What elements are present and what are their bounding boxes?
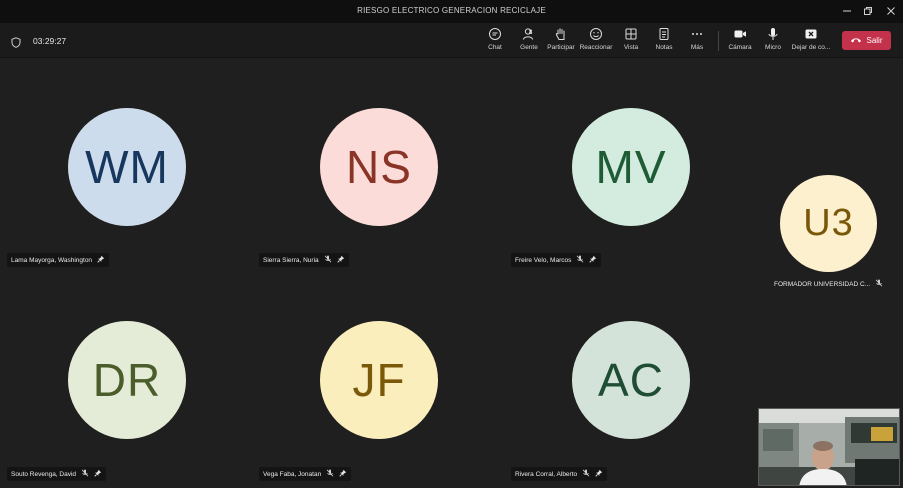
mic-off-icon	[576, 255, 584, 265]
avatar: JF	[320, 321, 438, 439]
avatar-initials: NS	[346, 141, 412, 193]
minimize-icon[interactable]	[836, 3, 858, 19]
mic-icon	[766, 27, 780, 41]
notes-label: Notas	[655, 44, 673, 51]
camera-icon	[733, 27, 747, 41]
camera-button[interactable]: Cámara	[727, 27, 753, 55]
avatar: MV	[572, 108, 690, 226]
avatar-initials: AC	[598, 354, 664, 406]
phone-icon	[850, 36, 862, 46]
view-label: Vista	[623, 44, 639, 51]
participant-nametag: FORMADOR UNIVERSIDAD C...	[770, 277, 887, 291]
participant-name: Rivera Corral, Alberto	[515, 470, 578, 478]
mic-label: Micro	[765, 44, 781, 51]
mic-button[interactable]: Micro	[762, 27, 784, 55]
participant-nametag: Rivera Corral, Alberto	[511, 467, 608, 481]
window-title: RIESGO ELECTRICO GENERACION RECICLAJE	[357, 6, 546, 15]
avatar: WM	[68, 108, 186, 226]
people-count: 8	[529, 30, 533, 36]
mic-off-icon	[875, 279, 883, 289]
avatar: NS	[320, 108, 438, 226]
chat-label: Chat	[488, 44, 502, 51]
leave-label: Salir	[866, 36, 883, 45]
avatar-initials: U3	[803, 202, 854, 244]
chat-icon	[488, 27, 502, 41]
video-frame-image	[759, 409, 899, 485]
participant-name: Lama Mayorga, Washington	[11, 256, 93, 264]
mic-off-icon	[81, 469, 89, 479]
stop-sharing-label: Dejar de co...	[791, 44, 831, 51]
participant-nametag: Vega Faba, Jonatan	[259, 467, 352, 481]
react-button[interactable]: Reaccionar	[580, 27, 612, 55]
pin-icon[interactable]	[339, 469, 347, 479]
raise-hand-button[interactable]: Participar	[547, 27, 575, 55]
participant-name: Vega Faba, Jonatan	[263, 470, 322, 478]
mic-off-icon	[582, 469, 590, 479]
meeting-timer: 03:29:27	[33, 36, 67, 46]
close-icon[interactable]	[880, 3, 902, 19]
self-video-preview[interactable]	[758, 408, 900, 486]
pin-icon[interactable]	[94, 469, 102, 479]
notes-icon	[657, 27, 671, 41]
pin-icon[interactable]	[336, 255, 345, 265]
shield-icon	[11, 35, 21, 53]
restore-icon[interactable]	[857, 3, 879, 19]
avatar-initials: DR	[92, 354, 162, 406]
participant-name: FORMADOR UNIVERSIDAD C...	[774, 280, 871, 288]
stop-sharing-button[interactable]: Dejar de co...	[789, 27, 833, 55]
more-button[interactable]: Más	[686, 27, 708, 55]
participant-name: Freire Velo, Marcos	[515, 256, 572, 264]
camera-label: Cámara	[728, 44, 752, 51]
chat-button[interactable]: Chat	[484, 27, 506, 55]
toolbar-divider	[718, 31, 719, 51]
avatar-initials: JF	[352, 354, 406, 406]
pin-icon[interactable]	[97, 255, 105, 265]
smiley-icon	[589, 27, 603, 41]
pin-icon[interactable]	[595, 469, 603, 479]
mic-off-icon	[326, 469, 334, 479]
react-label: Reaccionar	[579, 44, 613, 51]
participant-name: Sierra Sierra, Nuria	[263, 256, 319, 264]
notes-button[interactable]: Notas	[653, 27, 675, 55]
pin-icon[interactable]	[589, 255, 597, 265]
participant-name: Souto Revenga, David	[11, 470, 77, 478]
people-button[interactable]: 8 Gente	[515, 27, 543, 55]
participant-nametag: Freire Velo, Marcos	[511, 253, 602, 267]
meeting-toolbar: 03:29:27 Chat 8 Gente Participar Reaccio…	[0, 23, 903, 58]
avatar: AC	[572, 321, 690, 439]
hand-icon	[554, 27, 568, 41]
avatar: U3	[780, 175, 877, 272]
grid-icon	[624, 27, 638, 41]
more-icon	[690, 27, 704, 41]
leave-button[interactable]: Salir	[842, 31, 891, 50]
avatar-initials: WM	[85, 141, 169, 193]
participant-nametag: Souto Revenga, David	[7, 467, 107, 481]
people-label: Gente	[520, 44, 538, 51]
title-bar: RIESGO ELECTRICO GENERACION RECICLAJE	[0, 0, 903, 23]
avatar: DR	[68, 321, 186, 439]
view-button[interactable]: Vista	[620, 27, 642, 55]
raise-hand-label: Participar	[547, 44, 575, 51]
stop-share-icon	[804, 27, 818, 41]
avatar-initials: MV	[595, 141, 667, 193]
more-label: Más	[690, 44, 704, 51]
participant-nametag: Sierra Sierra, Nuria	[259, 253, 349, 267]
mic-off-icon	[324, 255, 332, 265]
participant-nametag: Lama Mayorga, Washington	[7, 253, 110, 267]
